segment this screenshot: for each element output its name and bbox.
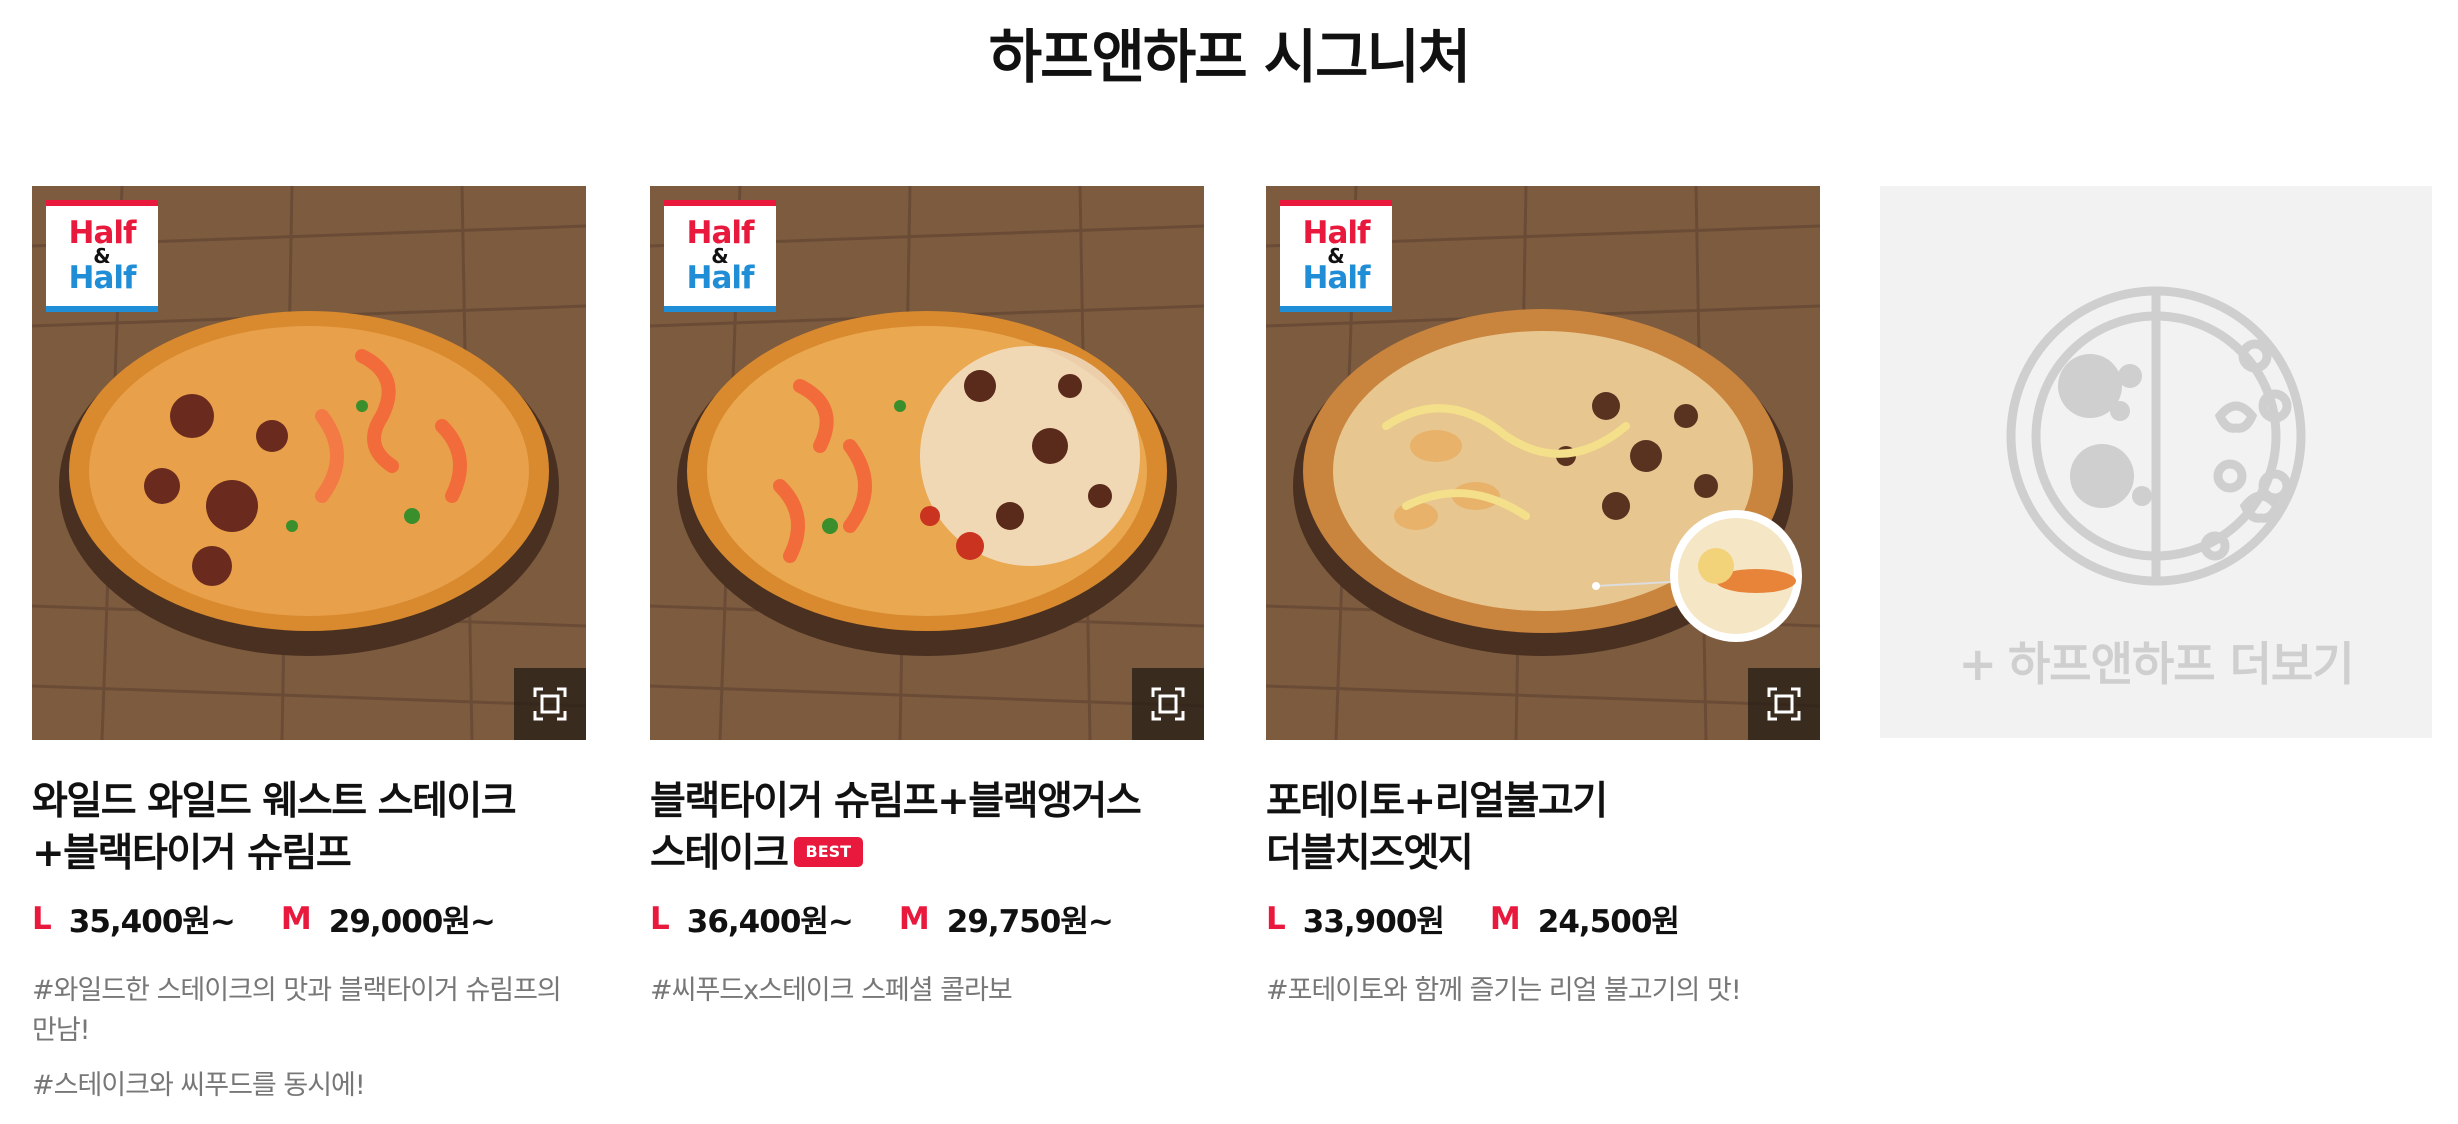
price-m: 29,000원~	[328, 904, 496, 940]
product-tag: #씨푸드x스테이크 스페셜 콜라보	[650, 975, 1013, 1006]
section-title: 하프앤하프 시그니처	[988, 23, 1471, 91]
expand-icon	[1151, 687, 1185, 721]
size-l-label: L	[650, 900, 670, 937]
price-row: L 35,400원~ M 29,000원~	[32, 896, 586, 941]
price-m: 29,750원~	[946, 904, 1114, 940]
product-name[interactable]: 와일드 와일드 웨스트 스테이크+블랙타이거 슈림프	[32, 776, 586, 880]
product-name[interactable]: 포테이토+리얼불고기 더블치즈엣지	[1266, 776, 1820, 880]
size-m-label: M	[898, 900, 930, 937]
price-l: 35,400원~	[68, 904, 236, 940]
half-and-half-logo: Half & Half	[46, 200, 158, 312]
size-m-label: M	[280, 900, 312, 937]
zoom-button[interactable]	[1748, 668, 1820, 740]
price-row: L 36,400원~ M 29,750원~	[650, 896, 1204, 941]
size-m-label: M	[1489, 900, 1521, 937]
product-card[interactable]: Half & Half 포테이토+리얼불고기 더블치즈엣지 L 33,900원 …	[1266, 186, 1820, 1026]
product-image[interactable]: Half & Half	[650, 186, 1204, 740]
zoom-button[interactable]	[514, 668, 586, 740]
half-and-half-logo: Half & Half	[1280, 200, 1392, 312]
product-tag: #포테이토와 함께 즐기는 리얼 불고기의 맛!	[1266, 975, 1742, 1006]
product-tags: #와일드한 스테이크의 맛과 블랙타이거 슈림프의 만남! #스테이크와 씨푸드…	[32, 971, 586, 1106]
product-tags: #씨푸드x스테이크 스페셜 콜라보	[650, 971, 1204, 1011]
plus-icon: +	[1958, 637, 1997, 691]
expand-icon	[1767, 687, 1801, 721]
product-tag: #와일드한 스테이크의 맛과 블랙타이거 슈림프의 만남!	[32, 975, 562, 1046]
more-label[interactable]: + 하프앤하프 더보기	[1880, 628, 2432, 694]
more-half-half-link[interactable]: + 하프앤하프 더보기	[1880, 186, 2432, 738]
size-l-label: L	[32, 900, 52, 937]
price-row: L 33,900원 M 24,500원	[1266, 896, 1820, 941]
best-badge: BEST	[793, 836, 864, 867]
product-image[interactable]: Half & Half	[32, 186, 586, 740]
product-tags: #포테이토와 함께 즐기는 리얼 불고기의 맛!	[1266, 971, 1820, 1011]
price-l: 33,900원	[1302, 904, 1445, 940]
product-image[interactable]: Half & Half	[1266, 186, 1820, 740]
price-l: 36,400원~	[686, 904, 854, 940]
zoom-button[interactable]	[1132, 668, 1204, 740]
size-l-label: L	[1266, 900, 1286, 937]
product-tag: #스테이크와 씨푸드를 동시에!	[32, 1070, 366, 1101]
half-and-half-logo: Half & Half	[664, 200, 776, 312]
price-m: 24,500원	[1537, 904, 1680, 940]
product-card[interactable]: Half & Half 블랙타이거 슈림프+블랙앵거스 스테이크 BEST L 3…	[650, 186, 1204, 1026]
product-name[interactable]: 블랙타이거 슈림프+블랙앵거스 스테이크 BEST	[650, 776, 1204, 880]
expand-icon	[533, 687, 567, 721]
product-card[interactable]: Half & Half 와일드 와일드 웨스트 스테이크+블랙타이거 슈림프 L…	[32, 186, 586, 1121]
